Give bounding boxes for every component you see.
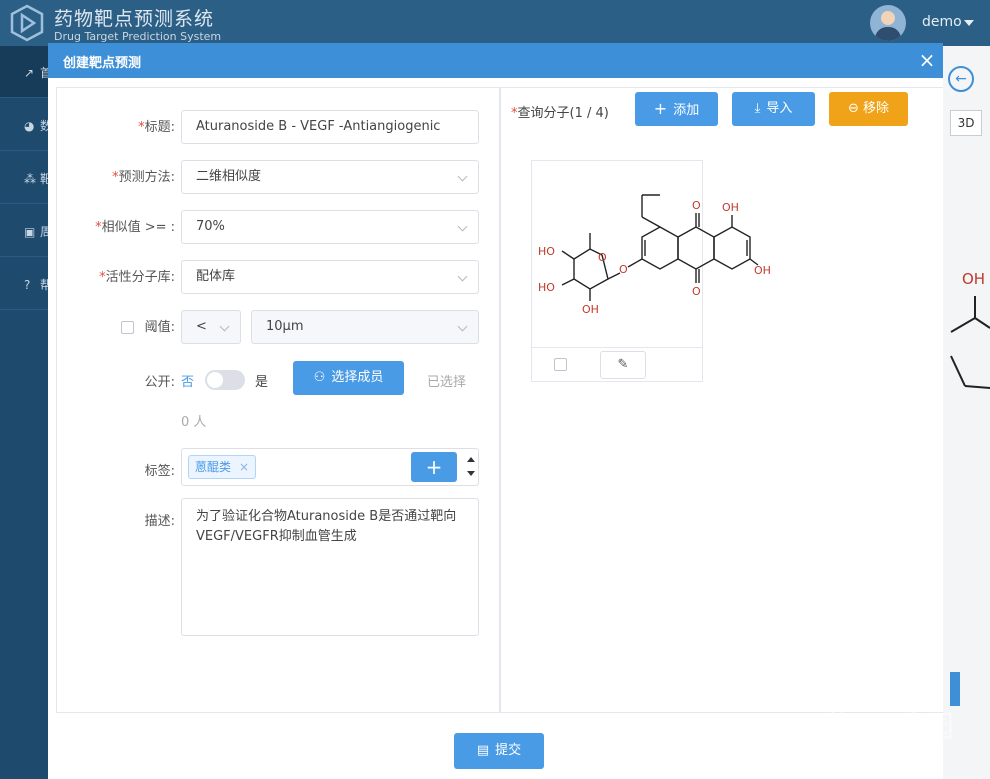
form-panel: *标题: Aturanoside B - VEGF -Antiangiogeni… [56, 87, 500, 713]
molecule-checkbox[interactable] [554, 358, 567, 371]
threshold-operator-select[interactable]: < [181, 310, 241, 344]
add-tag-button[interactable]: + [411, 452, 457, 482]
spinner-up-icon[interactable] [467, 457, 475, 462]
chevron-down-icon [457, 321, 468, 332]
background-oh-label: OH [962, 270, 986, 288]
threshold-label: 阈值: [144, 320, 175, 335]
tags-label: 标签: [144, 464, 175, 479]
close-icon[interactable]: × [916, 48, 938, 72]
select-members-button[interactable]: ⚇ 选择成员 [293, 361, 404, 395]
spinner-down-icon[interactable] [467, 471, 475, 476]
title-input[interactable]: Aturanoside B - VEGF -Antiangiogenic [181, 110, 479, 144]
query-label: *查询分子(1 / 4) [511, 106, 609, 121]
chevron-down-icon [457, 171, 468, 182]
atom-label: OH [722, 201, 739, 214]
sidebar-item-help[interactable]: ? 帮 [0, 258, 52, 310]
tag-item[interactable]: 蒽醌类 × [188, 455, 257, 479]
atom-label: O [692, 199, 701, 212]
network-icon: ⁂ [24, 172, 36, 186]
minus-circle-icon: ⊖ [848, 101, 859, 116]
chevron-down-icon [219, 321, 230, 332]
logo-icon [10, 4, 44, 42]
public-yes-label[interactable]: 是 [255, 371, 268, 390]
add-molecule-button[interactable]: + 添加 [635, 92, 718, 126]
app-header: 药物靶点预测系统 Drug Target Prediction System d… [0, 0, 990, 46]
image-icon: ▣ [24, 225, 36, 239]
atom-label: O [598, 251, 607, 264]
molecule-structure: O O OH OH HO HO OH O O [538, 194, 771, 316]
description-textarea[interactable]: 为了验证化合物Aturanoside B是否通过靶向VEGF/VEGFR抑制血管… [181, 498, 479, 636]
atom-label: O [619, 263, 628, 276]
avatar[interactable] [870, 5, 906, 41]
close-icon[interactable]: × [239, 460, 249, 474]
selected-label: 已选择 [427, 375, 467, 390]
remove-button[interactable]: ⊖ 移除 [829, 92, 908, 126]
threshold-value-select[interactable]: 10μm [251, 310, 479, 344]
caret-down-icon[interactable] [964, 20, 974, 26]
molecule-card-footer: ✎ [532, 347, 702, 381]
edit-icon[interactable]: ✎ [600, 351, 646, 379]
library-select[interactable]: 配体库 [181, 260, 479, 294]
molecule-card[interactable]: O O OH OH HO HO OH O O ✎ [531, 160, 771, 382]
dialog-title: 创建靶点预测 [63, 56, 142, 71]
save-icon: ▤ [476, 743, 490, 758]
pie-chart-icon: ◕ [24, 119, 35, 133]
watermark-url: DXY.CN [902, 750, 939, 761]
download-icon: ⤓ [754, 101, 761, 116]
user-icon: ⚇ [313, 370, 326, 385]
tags-input[interactable]: 蒽醌类 × + [181, 448, 479, 486]
watermark-text: 丁香园 [860, 710, 956, 745]
public-no-label[interactable]: 否 [181, 371, 194, 390]
help-icon: ? [24, 278, 31, 292]
title-label: *标题: [138, 120, 175, 135]
desc-label: 描述: [144, 514, 175, 529]
method-select[interactable]: 二维相似度 [181, 160, 479, 194]
sidebar-item-image[interactable]: ▣ 周 [0, 205, 52, 257]
line-chart-icon: ↗ [24, 66, 35, 80]
create-prediction-dialog: 创建靶点预测 × *标题: Aturanoside B - VEGF -Anti… [48, 43, 943, 779]
chevron-down-icon [457, 221, 468, 232]
selected-count: 0 人 [181, 415, 207, 430]
atom-label: OH [754, 264, 771, 277]
public-toggle[interactable] [205, 370, 245, 390]
view-3d-button[interactable]: 3D [950, 110, 982, 136]
background-content: ← 3D OH [943, 46, 990, 779]
library-label: *活性分子库: [99, 270, 175, 285]
sidebar: ↗ 首 ◕ 数 ⁂ 靶 ▣ 周 ? 帮 [0, 46, 52, 779]
sidebar-item-home[interactable]: ↗ 首 [0, 46, 52, 98]
atom-label: O [692, 285, 701, 298]
submit-button[interactable]: ▤ 提交 [454, 733, 544, 769]
atom-label: HO [538, 281, 555, 294]
atom-label: OH [582, 303, 599, 316]
similarity-label: *相似值 >= : [95, 220, 175, 235]
query-panel: *查询分子(1 / 4) + 添加 ⤓ 导入 ⊖ 移除 O O OH OH HO… [500, 87, 943, 713]
app-title: 药物靶点预测系统 [54, 8, 215, 30]
public-label: 公开: [144, 375, 175, 390]
back-icon[interactable]: ← [948, 66, 974, 92]
import-button[interactable]: ⤓ 导入 [732, 92, 815, 126]
threshold-checkbox[interactable] [121, 321, 134, 334]
chevron-down-icon [457, 271, 468, 282]
sidebar-item-data[interactable]: ◕ 数 [0, 99, 52, 151]
app-subtitle: Drug Target Prediction System [54, 30, 222, 43]
similarity-select[interactable]: 70% [181, 210, 479, 244]
method-label: *预测方法: [112, 170, 175, 185]
plus-icon: + [653, 99, 668, 118]
atom-label: HO [538, 245, 555, 258]
dialog-header: 创建靶点预测 × [48, 43, 943, 78]
sidebar-item-target[interactable]: ⁂ 靶 [0, 152, 52, 204]
background-structure [950, 296, 990, 389]
user-name[interactable]: demo [922, 14, 962, 30]
